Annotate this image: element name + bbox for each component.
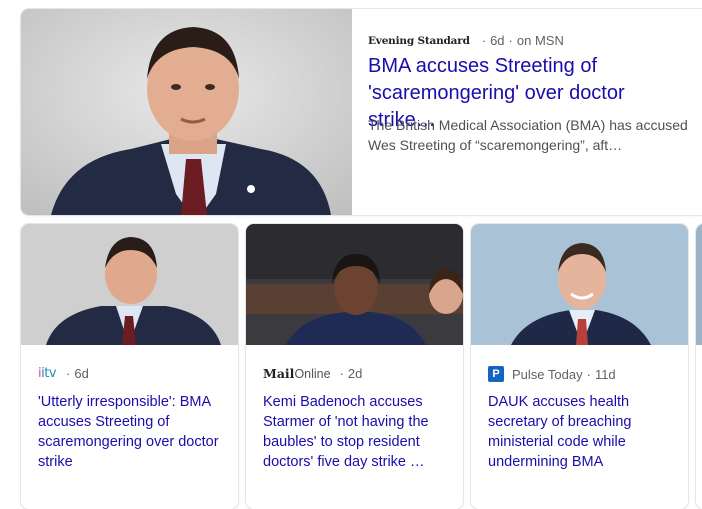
news-card[interactable]: MailOnline · 2d Kemi Badenoch accuses St…: [246, 224, 463, 509]
news-card-source-name: Pulse Today: [512, 366, 583, 382]
mailonline-logo: MailOnline: [263, 366, 331, 381]
news-card-age: 11d: [594, 366, 616, 382]
news-card-source[interactable]: MailOnline · 2d: [263, 366, 362, 381]
top-story-age: 6d: [490, 33, 505, 48]
news-card-source[interactable]: iitv · 6d: [38, 366, 89, 381]
news-card-title[interactable]: 'Utterly irresponsible': BMA accuses Str…: [38, 392, 230, 472]
news-card-age: 6d: [74, 366, 89, 381]
pulse-today-logo: P: [488, 366, 504, 382]
news-card-title[interactable]: Kemi Badenoch accuses Starmer of 'not ha…: [263, 392, 455, 472]
news-card-image[interactable]: [21, 224, 238, 345]
news-card-source[interactable]: P Pulse Today · 11d: [488, 366, 616, 382]
top-story-source[interactable]: Evening Standard · 6d · on MSN: [368, 33, 564, 48]
news-card-image[interactable]: [696, 224, 702, 345]
top-story-via: on MSN: [516, 33, 564, 48]
news-card-title[interactable]: DAUK accuses health secretary of breachi…: [488, 392, 680, 472]
top-story-card[interactable]: Evening Standard · 6d · on MSN BMA accus…: [21, 9, 702, 215]
news-card-age: 2d: [347, 366, 363, 381]
itv-logo: iitv: [38, 366, 57, 381]
news-card-partial[interactable]: [696, 224, 702, 509]
news-card[interactable]: iitv · 6d 'Utterly irresponsible': BMA a…: [21, 224, 238, 509]
top-story-image[interactable]: [21, 9, 352, 215]
news-card-image[interactable]: [471, 224, 688, 345]
news-card-image[interactable]: [246, 224, 463, 345]
news-card[interactable]: P Pulse Today · 11d DAUK accuses health …: [471, 224, 688, 509]
top-story-snippet: The British Medical Association (BMA) ha…: [368, 117, 688, 153]
evening-standard-logo: Evening Standard: [368, 34, 470, 47]
